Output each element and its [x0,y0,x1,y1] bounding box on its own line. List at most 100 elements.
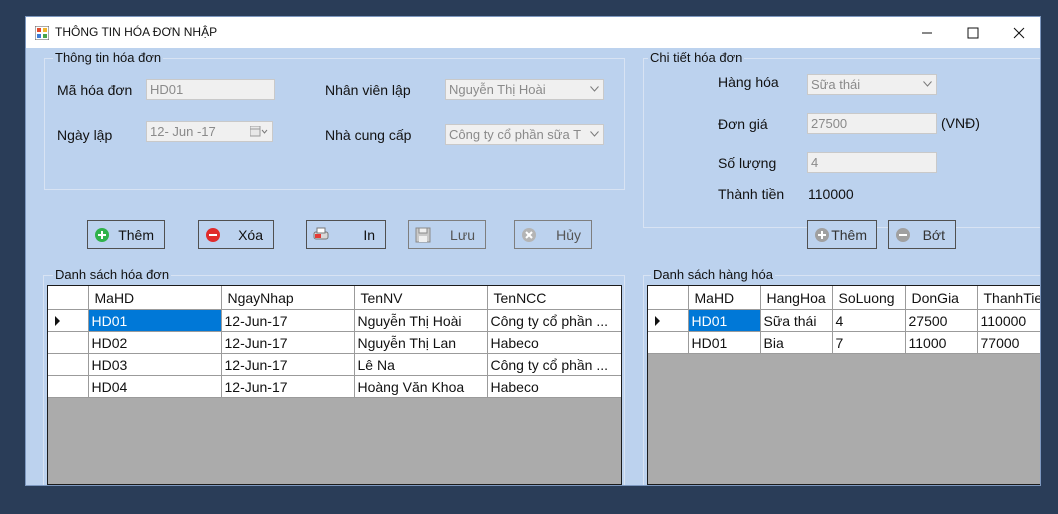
table-row[interactable]: HD02 12-Jun-17 Nguyễn Thị Lan Habeco [48,331,621,354]
table-cell[interactable]: HD01 [88,309,222,332]
table-cell[interactable]: 12-Jun-17 [221,331,355,354]
window-title: THÔNG TIN HÓA ĐƠN NHẬP [55,25,218,39]
add-icon [815,228,829,242]
row-header-corner [648,286,689,310]
minimize-icon [922,32,932,33]
table-cell[interactable]: HD04 [88,375,222,398]
table-row[interactable]: HD04 12-Jun-17 Hoàng Văn Khoa Habeco [48,375,621,398]
table-row[interactable]: HD01 12-Jun-17 Nguyễn Thị Hoài Công ty c… [48,309,621,332]
table-cell[interactable]: 7 [832,331,906,354]
column-header[interactable]: TenNCC [487,286,621,310]
table-cell[interactable]: Habeco [487,331,621,354]
remove-icon [896,228,910,242]
chevron-down-icon [590,131,599,137]
luu-button[interactable]: Lưu [408,220,486,249]
nhan-vien-combobox[interactable]: Nguyễn Thị Hoài [445,79,604,100]
in-button[interactable]: In [306,220,386,249]
current-row-icon [55,315,60,326]
ngay-lap-label: Ngày lập [57,127,113,143]
table-cell[interactable]: Lê Na [354,353,488,376]
table-row[interactable]: HD01 Bia 7 11000 77000 [648,331,1040,354]
save-icon [415,227,431,243]
them-detail-button[interactable]: Thêm [807,220,877,249]
add-icon [95,228,109,242]
nhan-vien-label: Nhân viên lập [325,82,411,98]
luu-button-label: Lưu [450,227,475,243]
app-icon [35,26,49,40]
row-header[interactable] [48,353,89,376]
column-header[interactable]: NgayNhap [221,286,355,310]
detail-title: Chi tiết hóa đơn [648,50,745,65]
row-header[interactable] [648,331,689,354]
nha-cung-cap-combobox[interactable]: Công ty cổ phần sữa TH [445,124,604,145]
table-cell[interactable]: Hoàng Văn Khoa [354,375,488,398]
hang-hoa-value: Sữa thái [811,77,861,92]
nha-cung-cap-value: Công ty cổ phần sữa TH [449,127,582,142]
table-cell[interactable]: 12-Jun-17 [221,375,355,398]
xoa-button-label: Xóa [238,227,263,243]
table-cell[interactable]: 77000 [977,331,1040,354]
title-bar: THÔNG TIN HÓA ĐƠN NHẬP [26,17,1040,48]
xoa-button[interactable]: Xóa [198,220,274,249]
so-luong-label: Số lượng [718,155,777,171]
table-cell[interactable]: Công ty cổ phần ... [487,309,621,332]
bot-button-label: Bớt [922,227,945,243]
table-cell[interactable]: HD01 [688,309,761,332]
table-row[interactable]: HD03 12-Jun-17 Lê Na Công ty cổ phần ... [48,353,621,376]
hang-hoa-combobox[interactable]: Sữa thái [807,74,937,95]
column-header[interactable]: SoLuong [832,286,906,310]
maximize-button[interactable] [950,17,996,48]
table-cell[interactable]: 4 [832,309,906,332]
table-cell[interactable]: Nguyễn Thị Hoài [354,309,488,332]
cancel-icon [522,228,536,242]
table-cell[interactable]: Công ty cổ phần ... [487,353,621,376]
table-cell[interactable]: Sữa thái [760,309,833,332]
row-header[interactable] [648,309,689,332]
minimize-button[interactable] [904,17,950,48]
in-button-label: In [363,227,375,243]
table-cell[interactable]: 11000 [905,331,978,354]
bot-button[interactable]: Bớt [888,220,956,249]
table-cell[interactable]: 12-Jun-17 [221,353,355,376]
row-header[interactable] [48,309,89,332]
column-header[interactable]: ThanhTie [977,286,1040,310]
nha-cung-cap-label: Nhà cung cấp [325,127,412,143]
table-cell[interactable]: HD03 [88,353,222,376]
column-header[interactable]: TenNV [354,286,488,310]
main-window: THÔNG TIN HÓA ĐƠN NHẬP Thông tin hóa đơn… [25,16,1041,486]
column-header[interactable]: DonGia [905,286,978,310]
thanh-tien-value: 110000 [808,186,854,202]
table-row[interactable]: HD01 Sữa thái 4 27500 110000 [648,309,1040,332]
ma-hoa-don-field[interactable]: HD01 [146,79,275,100]
table-cell[interactable]: HD01 [688,331,761,354]
close-button[interactable] [996,17,1040,48]
nhan-vien-value: Nguyễn Thị Hoài [449,82,546,97]
table-cell[interactable]: Nguyễn Thị Lan [354,331,488,354]
column-header[interactable]: HangHoa [760,286,833,310]
table-cell[interactable]: 110000 [977,309,1040,332]
invoice-info-title: Thông tin hóa đơn [53,50,164,65]
table-cell[interactable]: Habeco [487,375,621,398]
table-cell[interactable]: Bia [760,331,833,354]
row-header[interactable] [48,375,89,398]
column-header[interactable]: MaHD [88,286,222,310]
calendar-icon [250,126,268,137]
table-cell[interactable]: 27500 [905,309,978,332]
currency-label: (VNĐ) [941,115,980,131]
table-cell[interactable]: HD02 [88,331,222,354]
invoice-grid[interactable]: MaHD NgayNhap TenNV TenNCC HD01 12-Jun-1… [47,285,622,485]
don-gia-field[interactable]: 27500 [807,113,937,134]
column-header[interactable]: MaHD [688,286,761,310]
chevron-down-icon [590,86,599,92]
table-cell[interactable]: 12-Jun-17 [221,309,355,332]
invoice-list-title: Danh sách hóa đơn [53,267,172,282]
so-luong-field[interactable]: 4 [807,152,937,173]
goods-grid[interactable]: MaHD HangHoa SoLuong DonGia ThanhTie HD0… [647,285,1040,485]
ngay-lap-datepicker[interactable]: 12- Jun -17 [146,121,273,142]
huy-button[interactable]: Hủy [514,220,592,249]
row-header[interactable] [48,331,89,354]
them-button[interactable]: Thêm [87,220,165,249]
them-detail-button-label: Thêm [831,227,867,243]
huy-button-label: Hủy [556,227,581,243]
print-icon [313,227,329,240]
